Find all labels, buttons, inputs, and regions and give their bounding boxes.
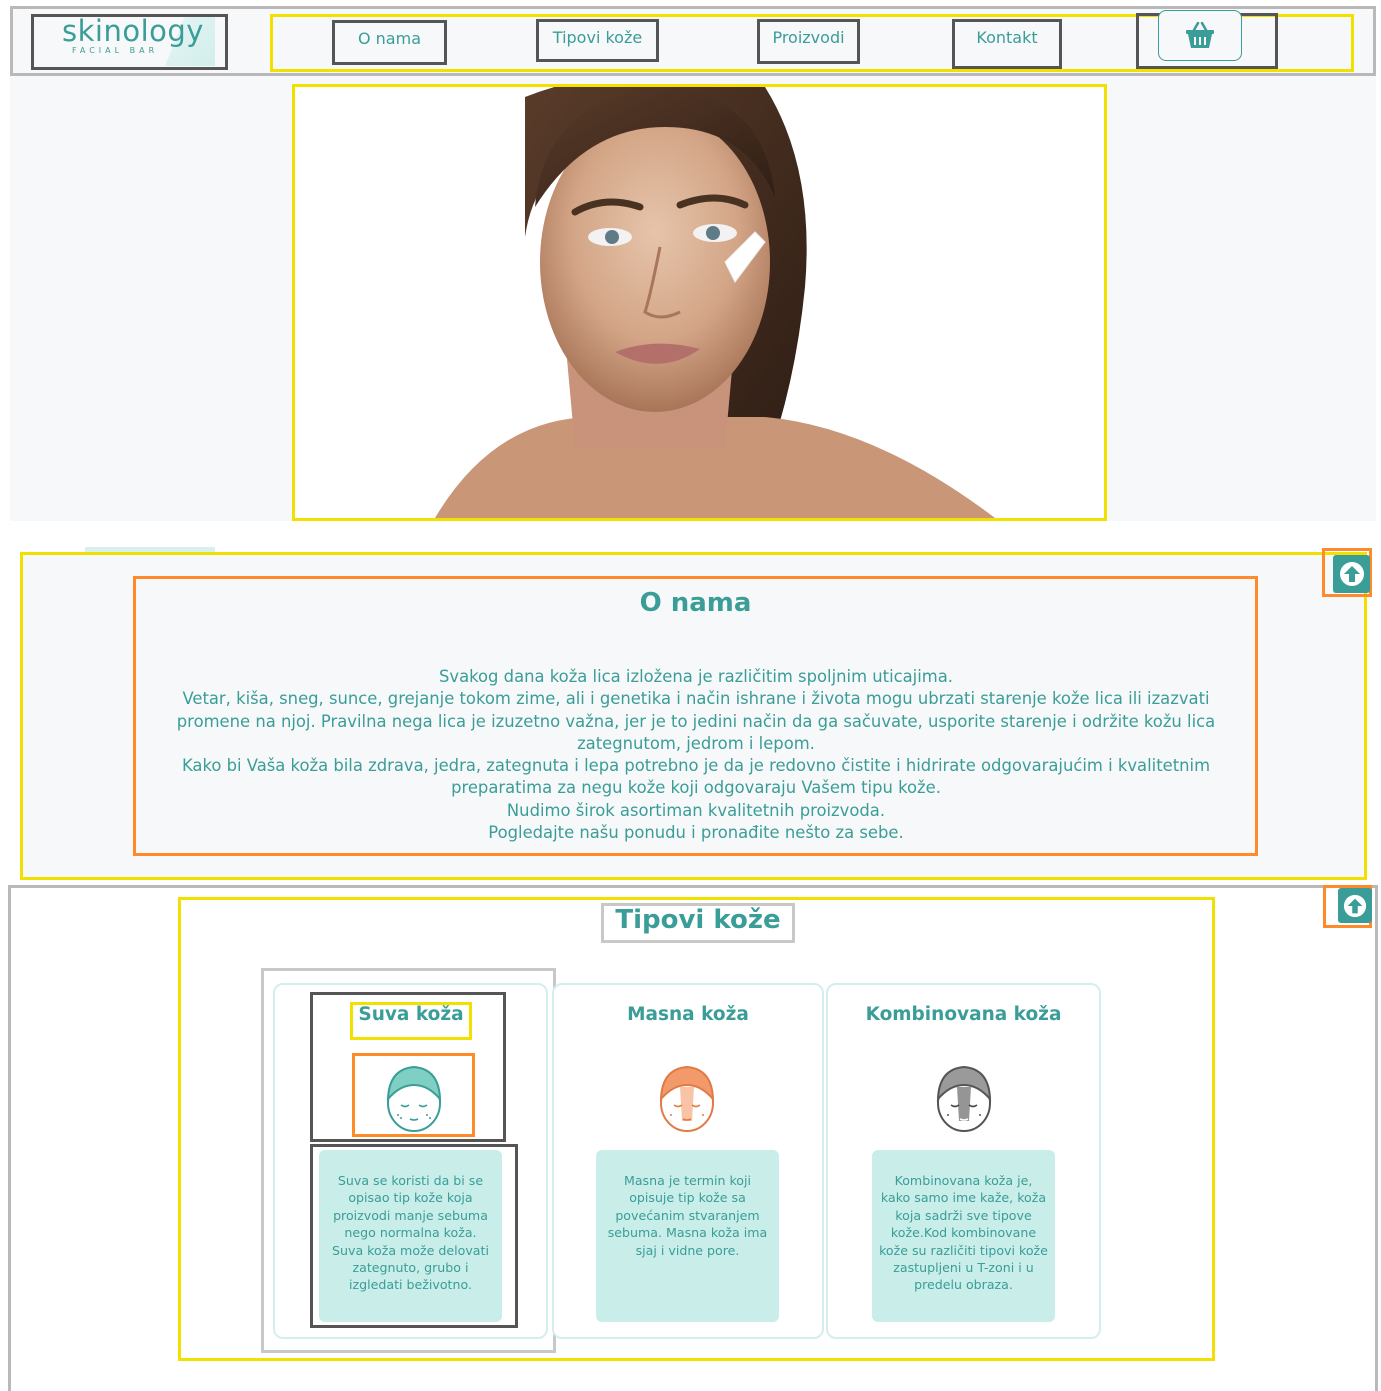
nav-link-o-nama[interactable]: O nama (332, 20, 447, 65)
scroll-top-button[interactable] (1333, 555, 1370, 593)
arrow-up-icon (1339, 562, 1364, 586)
card-text-line: kako samo ime kaže, koža (880, 1190, 1047, 1206)
card-text: Suva se koristi da bi se opisao tip kože… (321, 1172, 500, 1294)
skin-types-title: Tipovi kože (615, 905, 781, 935)
card-title: Masna koža (627, 1004, 749, 1025)
card-text-line: koja sadrži sve tipove (895, 1207, 1032, 1223)
card-title: Kombinovana koža (865, 1004, 1062, 1025)
logo-wordmark: skinology (62, 14, 204, 48)
card-text-line: Suva se koristi da bi se (337, 1173, 484, 1188)
nav-link-kontakt[interactable]: Kontakt (952, 19, 1062, 69)
card-text-line: izgledati beživotno. (349, 1277, 472, 1293)
card-text-line: sebuma. Masna koža ima (607, 1225, 768, 1241)
card-text-line: kože su različiti tipovi kože (879, 1242, 1048, 1258)
about-title: O nama (639, 588, 752, 618)
logo-tagline: FACIAL BAR (72, 46, 159, 55)
card-text-line: kože.Kod kombinovane (890, 1225, 1037, 1241)
about-line: promene na njoj. Pravilna nega lica je i… (176, 711, 1216, 731)
face-towel-icon-orange (659, 1065, 715, 1132)
card-text-line: opisuje tip kože sa (629, 1190, 746, 1206)
card-text-line: zategnuto, grubo i (352, 1260, 469, 1276)
card-text-line: povećanim stvaranjem (615, 1207, 760, 1223)
nav-link-tipovi-koze[interactable]: Tipovi kože (536, 19, 659, 62)
card-text-line: zastupljeni u T-zoni i u (893, 1260, 1034, 1276)
card-text-line: Kombinovana koža je, (894, 1173, 1033, 1188)
nav-link-proizvodi[interactable]: Proizvodi (757, 19, 860, 64)
card-text: Masna je termin koji opisuje tip kože sa… (598, 1172, 777, 1259)
about-line: zategnutom, jedrom i lepom. (577, 733, 815, 753)
about-line: Nudimo širok asortiman kvalitetnih proiz… (506, 800, 886, 820)
about-line: Kako bi Vaša koža bila zdrava, jedra, za… (181, 756, 1211, 776)
card-text-line: proizvodi manje sebuma (333, 1207, 488, 1223)
arrow-up-icon (1343, 894, 1367, 917)
hero-image (292, 84, 1107, 521)
about-text: Svakog dana koža lica izložena je različ… (137, 666, 1255, 844)
about-line: Vetar, kiša, sneg, sunce, grejanje tokom… (182, 689, 1210, 709)
face-towel-icon-teal (386, 1065, 442, 1132)
card-title-box (350, 1002, 472, 1040)
card-text-line: opisao tip kože koja (348, 1190, 473, 1206)
scroll-top-button[interactable] (1338, 888, 1372, 923)
about-line: Svakog dana koža lica izložena je različ… (438, 667, 954, 686)
woman-face-cream-photo (295, 87, 1104, 518)
card-text: Kombinovana koža je, kako samo ime kaže,… (870, 1172, 1057, 1294)
face-towel-icon-grey (936, 1065, 992, 1132)
cart-button[interactable] (1158, 10, 1242, 61)
card-text-line: Masna je termin koji (623, 1173, 752, 1188)
card-text-line: predelu obraza. (914, 1277, 1013, 1293)
card-text-line: nego normalna koža. (344, 1225, 477, 1241)
card-text-line: sjaj i vidne pore. (635, 1242, 740, 1258)
about-line: Pogledajte našu ponudu i pronađite nešto… (488, 823, 904, 843)
basket-icon (1186, 21, 1214, 48)
card-text-line: Suva koža može delovati (332, 1242, 489, 1258)
about-line: preparatima za negu kože koji odgovaraju… (451, 778, 941, 798)
